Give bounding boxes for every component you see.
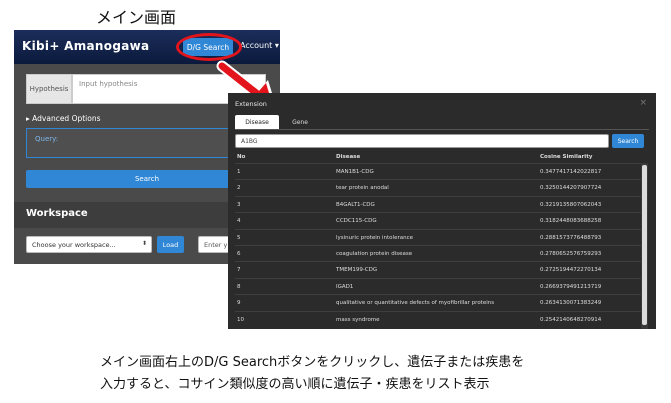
caption-line-2: 入力すると、コサイン類似度の高い順に遺伝子・疾患をリスト表示 bbox=[100, 377, 490, 392]
cell-disease: tear protein anodal bbox=[336, 185, 389, 192]
table-row[interactable]: 5 lysinuric protein intolerance 0.28815737… bbox=[235, 228, 641, 245]
tab-divider bbox=[235, 129, 649, 130]
cell-cosine: 0.2780652576759293 bbox=[540, 250, 602, 257]
cell-no: 8 bbox=[237, 283, 241, 290]
cell-cosine: 0.3182448083688258 bbox=[540, 218, 602, 225]
cell-no: 6 bbox=[237, 250, 241, 257]
extension-search-button[interactable]: Search bbox=[612, 134, 644, 148]
cell-cosine: 0.3250144207907724 bbox=[540, 185, 602, 192]
cell-cosine: 0.3477417142022817 bbox=[540, 169, 602, 175]
cell-cosine: 0.2725194472270134 bbox=[540, 267, 602, 274]
table-row[interactable]: 8 IGAD1 0.2669379491213719 bbox=[235, 277, 641, 294]
cell-cosine: 0.2881573776488793 bbox=[540, 234, 602, 241]
table-row[interactable]: 6 coagulation protein disease 0.2780652576… bbox=[235, 244, 641, 261]
table-row[interactable]: 7 TMEM199-CDG 0.2725194472270134 bbox=[235, 261, 641, 277]
cell-disease: IGAD1 bbox=[336, 283, 354, 290]
extension-dialog: Extension × Disease Gene A1BG Search No … bbox=[228, 93, 656, 329]
cell-disease: qualitative or quantitative defects of m… bbox=[336, 300, 495, 307]
table-row[interactable]: 2 tear protein anodal 0.3250144207907724 bbox=[235, 179, 641, 195]
cell-no: 3 bbox=[237, 201, 241, 208]
workspace-select[interactable]: Choose your workspace... ⬍ bbox=[26, 236, 152, 253]
term-input[interactable]: A1BG bbox=[235, 134, 609, 148]
cell-no: 9 bbox=[237, 300, 241, 307]
cell-disease: B4GALT1-CDG bbox=[336, 201, 375, 208]
table-row[interactable]: 4 CCDC115-CDG 0.3182448083688258 bbox=[235, 212, 641, 228]
cell-disease: lysinuric protein intolerance bbox=[336, 234, 413, 241]
close-icon[interactable]: × bbox=[639, 98, 647, 108]
workspace-select-value: Choose your workspace... bbox=[32, 241, 116, 249]
table-row[interactable]: 10 mass syndrome 0.2542140648270914 bbox=[235, 310, 641, 327]
cell-cosine: 0.2669379491213719 bbox=[540, 283, 602, 290]
advanced-options-toggle[interactable]: ▸ Advanced Options bbox=[26, 114, 101, 123]
tab-disease[interactable]: Disease bbox=[235, 115, 279, 129]
cell-cosine: 0.2542140648270914 bbox=[540, 316, 602, 323]
cell-disease: coagulation protein disease bbox=[336, 250, 413, 257]
table-row[interactable]: 1 MAN1B1-CDG 0.3477417142022817 bbox=[235, 163, 641, 179]
tab-gene[interactable]: Gene bbox=[281, 115, 319, 129]
caption-main-screen: メイン画面 bbox=[96, 8, 177, 27]
cell-no: 2 bbox=[237, 185, 241, 192]
caption-line-1: メイン画面右上のD/G Searchボタンをクリックし、遺伝子または疾患を bbox=[100, 355, 525, 370]
dialog-title: Extension bbox=[235, 100, 267, 108]
cell-no: 4 bbox=[237, 218, 241, 225]
scrollbar-thumb[interactable] bbox=[642, 165, 647, 325]
cell-disease: TMEM199-CDG bbox=[336, 267, 378, 274]
column-header-disease: Disease bbox=[336, 154, 361, 160]
account-menu[interactable]: Account ▾ bbox=[240, 41, 279, 50]
query-label: Query: bbox=[35, 135, 59, 143]
workspace-title: Workspace bbox=[26, 208, 88, 219]
column-header-no: No bbox=[237, 154, 246, 160]
cell-disease: mass syndrome bbox=[336, 316, 380, 323]
table-row[interactable]: 3 B4GALT1-CDG 0.3219135807062043 bbox=[235, 195, 641, 212]
app-logo[interactable]: Kibi+ Amanogawa bbox=[22, 39, 149, 53]
select-caret-icon: ⬍ bbox=[141, 240, 147, 247]
cell-disease: CCDC115-CDG bbox=[336, 218, 377, 225]
caption-description: メイン画面右上のD/G Searchボタンをクリックし、遺伝子または疾患を 入力… bbox=[100, 352, 524, 396]
column-header-cosine: Cosine Similarity bbox=[540, 154, 593, 160]
highlight-ellipse bbox=[176, 33, 242, 61]
hypothesis-label: Hypothesis bbox=[26, 74, 72, 104]
cell-no: 7 bbox=[237, 267, 241, 274]
results-table: 1 MAN1B1-CDG 0.3477417142022817 2 tear prot… bbox=[235, 163, 641, 329]
load-button[interactable]: Load bbox=[157, 236, 184, 253]
table-row[interactable]: 9 qualitative or quantitative defects of … bbox=[235, 294, 641, 310]
cell-cosine: 0.3219135807062043 bbox=[540, 201, 602, 208]
cell-no: 5 bbox=[237, 234, 241, 241]
cell-disease: MAN1B1-CDG bbox=[336, 169, 374, 175]
cell-cosine: 0.2634130071383249 bbox=[540, 300, 602, 307]
cell-no: 1 bbox=[237, 169, 241, 175]
cell-no: 10 bbox=[237, 316, 244, 323]
